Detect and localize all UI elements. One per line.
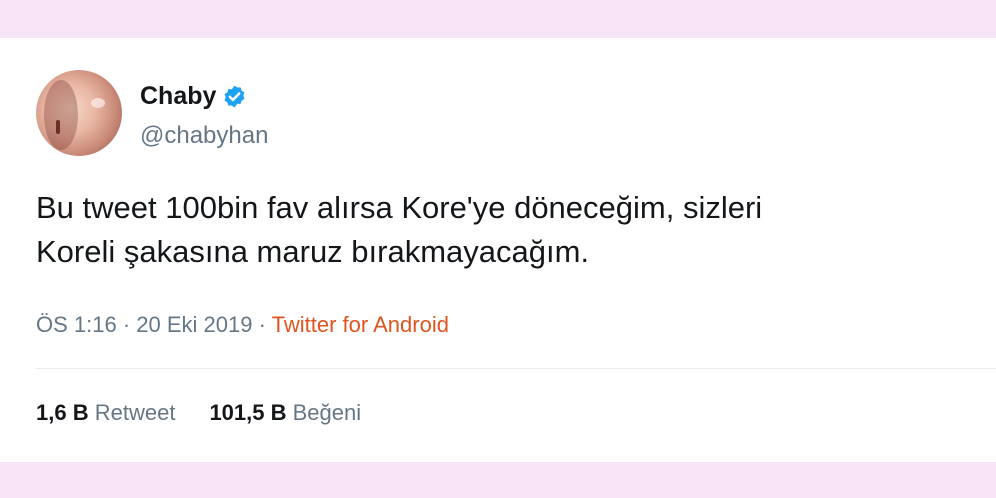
tweet-text-line: Koreli şakasına maruz bırakmayacağım. bbox=[36, 234, 590, 269]
avatar[interactable] bbox=[36, 70, 122, 156]
avatar-highlight bbox=[91, 98, 105, 108]
likes-stat[interactable]: 101,5 B Beğeni bbox=[209, 400, 361, 426]
retweets-label: Retweet bbox=[94, 400, 176, 425]
tweet-meta: ÖS 1:16 · 20 Eki 2019 · Twitter for Andr… bbox=[36, 312, 449, 338]
tweet-text-line: Bu tweet 100bin fav alırsa Kore'ye dönec… bbox=[36, 190, 763, 225]
tweet-time[interactable]: ÖS 1:16 bbox=[36, 312, 117, 337]
likes-count: 101,5 B bbox=[209, 400, 287, 425]
retweets-count: 1,6 B bbox=[36, 400, 89, 425]
tweet-stats: 1,6 B Retweet 101,5 B Beğeni bbox=[36, 400, 361, 426]
avatar-detail bbox=[56, 120, 60, 134]
verified-badge-icon bbox=[225, 85, 245, 108]
tweet-card: Chaby @chabyhan Bu tweet 100bin fav alır… bbox=[0, 38, 996, 462]
display-name[interactable]: Chaby bbox=[140, 82, 216, 111]
tweet-date[interactable]: 20 Eki 2019 bbox=[136, 312, 252, 337]
avatar-shade bbox=[44, 80, 78, 150]
author-name-row: Chaby bbox=[140, 82, 247, 111]
divider bbox=[36, 368, 996, 369]
separator: · bbox=[116, 312, 137, 337]
tweet-text: Bu tweet 100bin fav alırsa Kore'ye dönec… bbox=[36, 186, 976, 274]
user-handle[interactable]: @chabyhan bbox=[140, 122, 268, 150]
separator: · bbox=[252, 312, 272, 337]
likes-label: Beğeni bbox=[292, 400, 362, 425]
tweet-source[interactable]: Twitter for Android bbox=[272, 312, 449, 337]
retweets-stat[interactable]: 1,6 B Retweet bbox=[36, 400, 175, 426]
